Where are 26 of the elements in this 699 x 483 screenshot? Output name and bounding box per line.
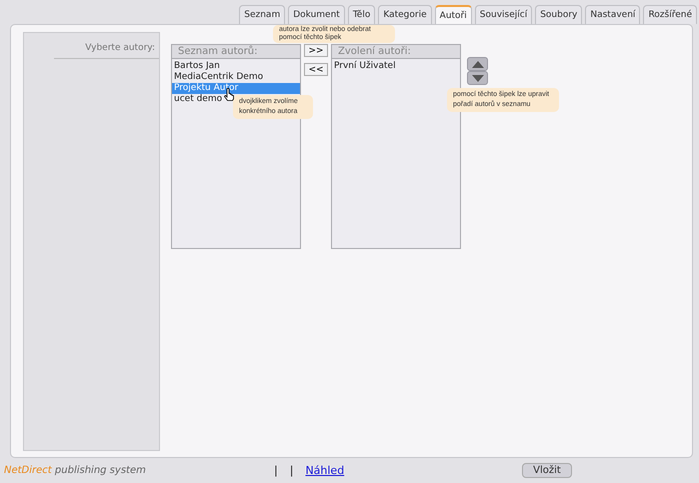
separator: | bbox=[290, 464, 294, 477]
tab[interactable]: Autoři bbox=[434, 5, 472, 25]
move-button[interactable]: << bbox=[304, 63, 328, 76]
form-label: Vyberte autory: bbox=[54, 43, 159, 59]
tab[interactable]: Nastavení bbox=[585, 5, 640, 24]
separator: | bbox=[274, 464, 278, 477]
tab[interactable]: Související bbox=[474, 5, 532, 24]
move-down-button[interactable] bbox=[467, 71, 488, 85]
preview-link[interactable]: Náhled bbox=[305, 464, 344, 477]
list-item[interactable]: První Uživatel bbox=[332, 61, 460, 72]
up-arrow-icon bbox=[472, 60, 484, 68]
list-heading: Seznam autorů: bbox=[172, 45, 300, 59]
insert-button[interactable]: Vložit bbox=[522, 463, 572, 478]
list-item[interactable]: MediaCentrik Demo bbox=[172, 72, 300, 83]
list-heading: Zvolení autoři: bbox=[332, 45, 460, 59]
move-up-button[interactable] bbox=[467, 57, 488, 71]
tab[interactable]: Dokument bbox=[288, 5, 345, 24]
tab[interactable]: Kategorie bbox=[378, 5, 432, 24]
list-item[interactable]: Bartos Jan bbox=[172, 61, 300, 72]
down-arrow-icon bbox=[472, 74, 484, 82]
tab[interactable]: Seznam bbox=[239, 5, 286, 24]
tab[interactable]: Rozšířené bbox=[643, 5, 697, 24]
brand-logo: NetDirect publishing system bbox=[4, 465, 147, 476]
tab[interactable]: Tělo bbox=[348, 5, 376, 24]
tab[interactable]: Soubory bbox=[535, 5, 582, 24]
move-button[interactable]: >> bbox=[304, 44, 328, 57]
